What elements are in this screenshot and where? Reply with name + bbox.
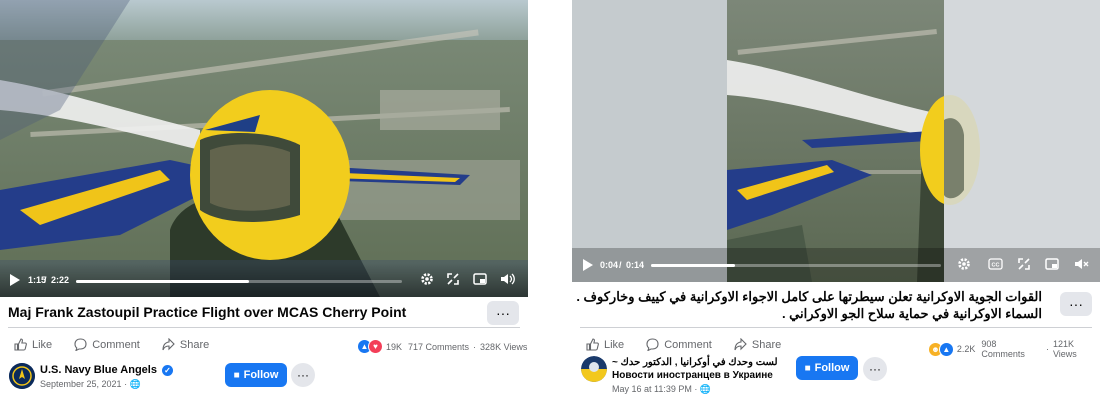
comment-icon xyxy=(74,338,87,351)
time-total: 0:14 xyxy=(626,260,645,270)
comment-icon xyxy=(646,338,659,351)
follow-button[interactable]: ■ Follow xyxy=(225,363,287,387)
gear-icon[interactable] xyxy=(957,257,971,274)
post-more-button[interactable]: ··· xyxy=(1060,292,1092,316)
volume-icon[interactable] xyxy=(500,273,515,288)
avatar[interactable] xyxy=(9,363,35,389)
share-icon xyxy=(162,338,175,351)
reactions-count[interactable]: 2.2K xyxy=(957,344,976,354)
action-bar: Like Comment Share xyxy=(14,338,231,351)
globe-icon: 🌐 xyxy=(699,384,712,394)
share-button[interactable]: Share xyxy=(162,338,209,351)
time-separator: / xyxy=(44,275,47,285)
post-title: Maj Frank Zastoupil Practice Flight over… xyxy=(8,304,407,320)
like-label: Like xyxy=(604,338,625,351)
divider xyxy=(8,327,520,328)
share-button[interactable]: Share xyxy=(734,338,781,351)
post-title-line-1: القوات الجوية الاوكرانية تعلن سيطرتها عل… xyxy=(576,289,1042,304)
page-name-line-1[interactable]: لست وحدك في أوكرانيا , الدكتور حدك ~ xyxy=(612,356,778,369)
time-current: 0:04 xyxy=(600,260,619,270)
post-left: 1:15 / 2:22 Maj Frank Zastoupil Practice… xyxy=(0,0,528,400)
svg-text:CC: CC xyxy=(992,262,1000,268)
comments-count[interactable]: 908 Comments xyxy=(981,339,1042,359)
dot-separator: · xyxy=(1045,344,1049,354)
video-controls: 0:04 / 0:14 CC xyxy=(572,248,1100,282)
like-label: Like xyxy=(32,338,53,351)
share-label: Share xyxy=(179,338,210,351)
play-icon[interactable] xyxy=(582,259,593,274)
video-player[interactable]: 0:04 / 0:14 CC xyxy=(572,0,1100,282)
comment-label: Comment xyxy=(664,338,712,351)
video-player[interactable]: 1:15 / 2:22 xyxy=(0,0,528,297)
thumbs-up-icon xyxy=(14,338,27,351)
page-name-text[interactable]: U.S. Navy Blue Angels xyxy=(40,364,157,376)
progress-fill xyxy=(76,280,249,283)
post-date-text[interactable]: September 25, 2021 xyxy=(40,379,122,389)
like-button[interactable]: Like xyxy=(14,338,52,351)
follow-label: Follow xyxy=(243,369,279,381)
page-name[interactable]: لست وحدك في أوكرانيا , الدكتور حدك ~ Нов… xyxy=(612,356,778,382)
post-right: 0:04 / 0:14 CC القوات الجوية الاوكرانية … xyxy=(572,0,1100,400)
comments-count[interactable]: 717 Comments xyxy=(408,342,469,352)
blue-angels-logo-icon xyxy=(9,363,35,389)
post-date-text[interactable]: May 16 at 11:39 PM xyxy=(612,384,692,394)
progress-bar[interactable] xyxy=(76,280,402,283)
video-frame xyxy=(572,0,1100,282)
page-name-line-2[interactable]: Новости иностранцев в Украине xyxy=(612,369,778,382)
video-controls: 1:15 / 2:22 xyxy=(0,263,528,297)
follow-button[interactable]: ■ Follow xyxy=(796,356,858,380)
share-label: Share xyxy=(751,338,782,351)
post-title: القوات الجوية الاوكرانية تعلن سيطرتها عل… xyxy=(572,288,1042,322)
thumbs-up-icon xyxy=(586,338,599,351)
captions-icon[interactable]: CC xyxy=(988,258,1003,273)
views-count: 121K Views xyxy=(1052,339,1077,359)
post-stats: ☻ ▲ 2.2K 908 Comments · 121K Views xyxy=(928,339,1100,359)
follow-icon: ■ xyxy=(233,369,240,381)
progress-fill xyxy=(651,264,736,267)
like-button[interactable]: Like xyxy=(586,338,624,351)
dot-separator: · xyxy=(473,341,477,352)
globe-icon: 🌐 xyxy=(129,379,141,389)
follow-icon: ■ xyxy=(804,362,811,374)
comment-label: Comment xyxy=(92,338,140,351)
gear-icon[interactable] xyxy=(420,272,434,289)
follow-label: Follow xyxy=(814,362,850,374)
mute-icon[interactable] xyxy=(1074,258,1089,273)
time-total: 2:22 xyxy=(51,275,70,285)
progress-bar[interactable] xyxy=(651,264,941,267)
love-reaction-icon: ♥ xyxy=(368,339,383,354)
avatar[interactable] xyxy=(581,356,607,382)
views-count: 328K Views xyxy=(480,341,528,352)
page-name[interactable]: U.S. Navy Blue Angels ✓ xyxy=(40,364,174,376)
like-reaction-icon: ▲ xyxy=(938,341,954,357)
fullscreen-icon[interactable] xyxy=(447,273,459,288)
video-frame xyxy=(0,0,528,297)
post-title-line-2: السماء الاوكرانية في حماية سلاح الجو الا… xyxy=(781,306,1042,321)
share-icon xyxy=(734,338,747,351)
reactions-count[interactable]: 19K xyxy=(386,342,402,352)
time-separator: / xyxy=(619,260,622,270)
play-icon[interactable] xyxy=(9,274,20,289)
post-date[interactable]: May 16 at 11:39 PM · 🌐 xyxy=(612,384,711,395)
fullscreen-icon[interactable] xyxy=(1018,258,1030,273)
verified-badge-icon: ✓ xyxy=(162,364,174,376)
page-more-button[interactable]: ··· xyxy=(863,357,887,381)
comment-button[interactable]: Comment xyxy=(74,338,140,351)
post-date[interactable]: September 25, 2021 · 🌐 xyxy=(40,379,141,390)
post-more-button[interactable]: ··· xyxy=(487,301,519,325)
page-more-button[interactable]: ··· xyxy=(291,363,315,387)
action-bar: Like Comment Share xyxy=(586,338,803,351)
ukraine-flag-avatar-icon xyxy=(581,356,607,382)
post-stats: ▲ ♥ 19K 717 Comments · 328K Views xyxy=(357,339,527,354)
comment-button[interactable]: Comment xyxy=(646,338,712,351)
pip-icon[interactable] xyxy=(1045,258,1059,273)
pip-icon[interactable] xyxy=(473,273,487,288)
divider xyxy=(580,327,1092,328)
